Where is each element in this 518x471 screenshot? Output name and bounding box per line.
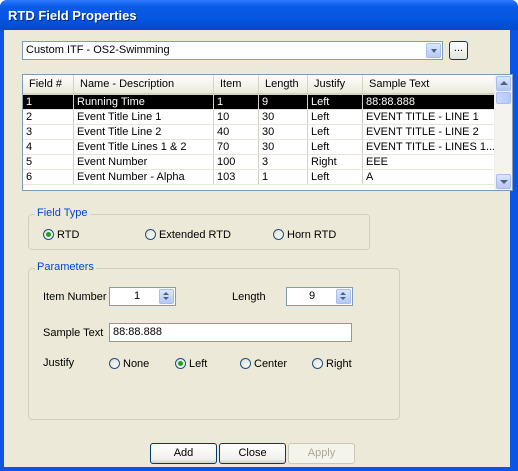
radio-icon <box>109 358 120 369</box>
table-row[interactable]: 2 Event Title Line 1 10 30 Left EVENT TI… <box>23 109 497 125</box>
table-header-row: Field # Name - Description Item Length J… <box>23 75 497 95</box>
chevron-down-icon[interactable] <box>426 43 441 58</box>
item-number-label: Item Number <box>43 291 107 303</box>
field-type-option-label: RTD <box>57 228 80 241</box>
parameters-label: Parameters <box>35 261 96 273</box>
cell-item: 103 <box>213 169 259 185</box>
column-header-length[interactable]: Length <box>258 75 308 95</box>
apply-button[interactable]: Apply <box>288 443 355 464</box>
cell-name: Event Title Lines 1 & 2 <box>73 139 214 155</box>
justify-label: Justify <box>43 357 75 369</box>
cell-justify: Left <box>307 124 363 140</box>
cell-sample-text: EVENT TITLE - LINES 1... <box>362 139 497 155</box>
title-bar[interactable]: RTD Field Properties <box>0 0 518 30</box>
cell-name: Event Number - Alpha <box>73 169 214 185</box>
rtd-field-properties-window: RTD Field Properties Custom ITF - OS2-Sw… <box>0 0 518 471</box>
add-button[interactable]: Add <box>150 443 217 464</box>
column-header-item[interactable]: Item <box>213 75 259 95</box>
radio-icon <box>312 358 323 369</box>
radio-icon <box>145 229 156 240</box>
cell-field-number: 4 <box>23 139 74 155</box>
cell-item: 40 <box>213 124 259 140</box>
cell-field-number: 1 <box>23 94 74 110</box>
sample-text-label: Sample Text <box>43 327 104 339</box>
cell-name: Event Title Line 1 <box>73 109 214 125</box>
column-header-field-number[interactable]: Field # <box>23 75 74 95</box>
justify-radio-center[interactable]: Center <box>240 357 287 370</box>
cell-length: 30 <box>258 109 308 125</box>
fields-table: Field # Name - Description Item Length J… <box>22 74 513 191</box>
radio-icon <box>240 358 251 369</box>
field-type-label: Field Type <box>35 207 90 219</box>
table-row[interactable]: 6 Event Number - Alpha 103 1 Left A <box>23 169 497 185</box>
cell-length: 30 <box>258 124 308 140</box>
scroll-up-arrow-icon[interactable] <box>496 76 511 91</box>
cell-justify: Left <box>307 139 363 155</box>
table-row[interactable]: 4 Event Title Lines 1 & 2 70 30 Left EVE… <box>23 139 497 155</box>
scroll-down-arrow-icon[interactable] <box>496 174 511 189</box>
column-header-name[interactable]: Name - Description <box>73 75 214 95</box>
justify-option-label: None <box>123 357 150 370</box>
cell-length: 3 <box>258 154 308 170</box>
cell-item: 70 <box>213 139 259 155</box>
field-type-option-label: Extended RTD <box>159 228 231 241</box>
close-button[interactable]: Close <box>219 443 286 464</box>
cell-sample-text: A <box>362 169 497 185</box>
item-number-value: 1 <box>134 290 141 302</box>
cell-justify: Right <box>307 154 363 170</box>
window-title: RTD Field Properties <box>8 8 137 23</box>
justify-radio-none[interactable]: None <box>109 357 149 370</box>
cell-sample-text: EVENT TITLE - LINE 2 <box>362 124 497 140</box>
sample-text-value: 88:88.888 <box>113 326 162 338</box>
column-header-justify[interactable]: Justify <box>307 75 363 95</box>
cell-field-number: 6 <box>23 169 74 185</box>
justify-radio-left[interactable]: Left <box>175 357 207 370</box>
table-row[interactable]: 1 Running Time 1 9 Left 88:88.888 <box>23 94 497 110</box>
radio-selected-icon <box>175 358 186 369</box>
cell-sample-text: EVENT TITLE - LINE 1 <box>362 109 497 125</box>
justify-radio-right[interactable]: Right <box>312 357 352 370</box>
cell-length: 9 <box>258 94 308 110</box>
cell-length: 1 <box>258 169 308 185</box>
cell-sample-text: 88:88.888 <box>362 94 497 110</box>
field-type-radio-rtd[interactable]: RTD <box>43 228 79 241</box>
up-down-arrows-icon[interactable] <box>159 289 174 304</box>
browse-template-button[interactable]: ... <box>449 41 468 60</box>
table-row[interactable]: 5 Event Number 100 3 Right EEE <box>23 154 497 170</box>
cell-item: 10 <box>213 109 259 125</box>
cell-length: 30 <box>258 139 308 155</box>
cell-name: Event Title Line 2 <box>73 124 214 140</box>
template-select[interactable]: Custom ITF - OS2-Swimming <box>22 41 443 60</box>
scroll-thumb[interactable] <box>496 92 511 104</box>
table-row[interactable]: 3 Event Title Line 2 40 30 Left EVENT TI… <box>23 124 497 140</box>
cell-field-number: 2 <box>23 109 74 125</box>
length-value: 9 <box>309 290 316 302</box>
field-type-radio-extended-rtd[interactable]: Extended RTD <box>145 228 231 241</box>
length-label: Length <box>232 291 266 303</box>
field-type-option-label: Horn RTD <box>287 228 337 241</box>
field-type-radio-horn-rtd[interactable]: Horn RTD <box>273 228 336 241</box>
cell-field-number: 3 <box>23 124 74 140</box>
cell-item: 100 <box>213 154 259 170</box>
justify-option-label: Left <box>189 357 208 370</box>
cell-field-number: 5 <box>23 154 74 170</box>
template-select-value: Custom ITF - OS2-Swimming <box>26 44 170 56</box>
radio-icon <box>273 229 284 240</box>
justify-option-label: Center <box>254 357 288 370</box>
sample-text-input[interactable]: 88:88.888 <box>109 323 352 342</box>
cell-item: 1 <box>213 94 259 110</box>
cell-justify: Left <box>307 94 363 110</box>
up-down-arrows-icon[interactable] <box>336 289 351 304</box>
item-number-stepper[interactable]: 1 <box>109 287 176 306</box>
radio-selected-icon <box>43 229 54 240</box>
cell-name: Running Time <box>73 94 214 110</box>
table-vertical-scrollbar[interactable] <box>494 75 512 190</box>
column-header-sample-text[interactable]: Sample Text <box>362 75 497 95</box>
justify-option-label: Right <box>326 357 352 370</box>
cell-justify: Left <box>307 169 363 185</box>
cell-justify: Left <box>307 109 363 125</box>
cell-sample-text: EEE <box>362 154 497 170</box>
length-stepper[interactable]: 9 <box>286 287 353 306</box>
cell-name: Event Number <box>73 154 214 170</box>
